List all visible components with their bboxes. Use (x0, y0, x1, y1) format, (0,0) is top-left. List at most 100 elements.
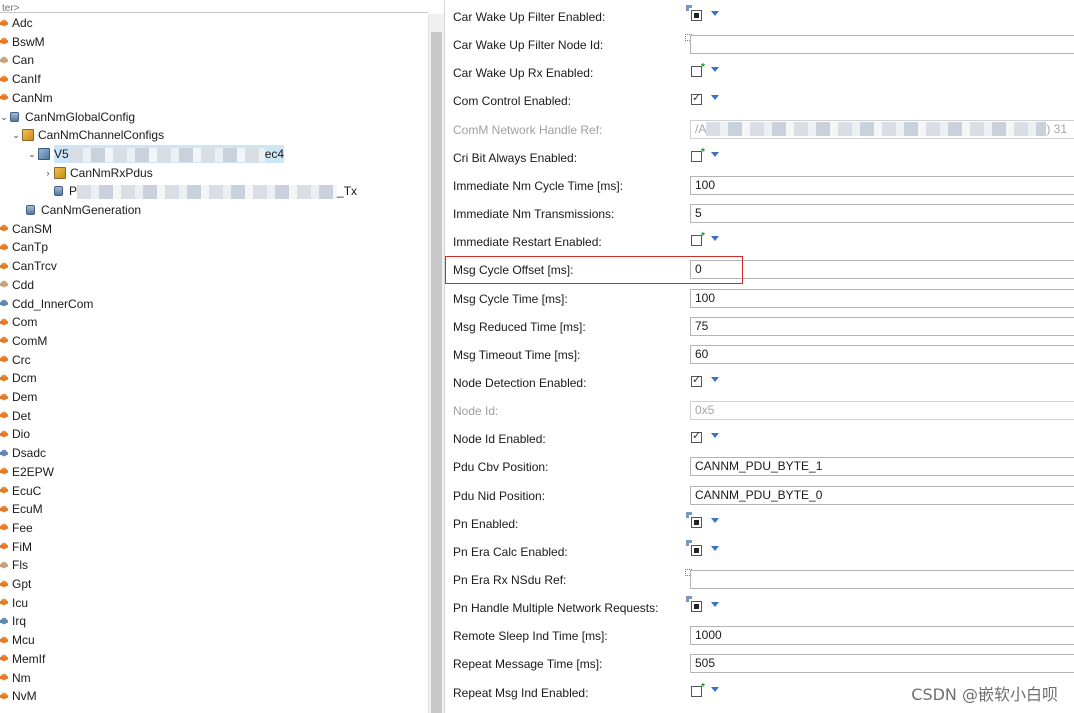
property-row: ComM Network Handle Ref:/A) 31 (445, 116, 1074, 144)
tree-scrollbar-thumb[interactable] (431, 32, 442, 713)
tree-item[interactable]: MemIf (0, 650, 45, 668)
tree-item[interactable]: EcuM (0, 500, 43, 518)
property-value-field[interactable]: CANNM_PDU_BYTE_1 (690, 457, 1074, 476)
tree-item[interactable]: Dsadc (0, 444, 46, 462)
property-value: 1000 (695, 628, 722, 642)
tree-item[interactable]: Irq (0, 612, 26, 630)
tree-item-label: Can (12, 51, 34, 69)
dropdown-arrow-icon[interactable] (711, 236, 719, 241)
container-icon (22, 129, 34, 141)
tree-item[interactable]: Icu (0, 594, 28, 612)
tree-item[interactable]: CanIf (0, 70, 41, 88)
tree-item[interactable]: CanTp (0, 238, 48, 256)
unset-marker-icon: * (701, 62, 705, 73)
tree-item[interactable]: ⌄ V5ec4 (26, 145, 284, 163)
property-label: Repeat Msg Ind Enabled: (453, 686, 588, 700)
tree-item[interactable]: BswM (0, 33, 45, 51)
property-value-field[interactable]: 100 (690, 176, 1074, 195)
property-value-field[interactable]: 75 (690, 317, 1074, 336)
property-value-field[interactable]: 5 (690, 204, 1074, 223)
property-row: Node Id:0x5 (445, 397, 1074, 425)
module-icon (0, 559, 9, 572)
dropdown-arrow-icon[interactable] (711, 602, 719, 607)
property-value-field[interactable]: 0 (690, 260, 1074, 279)
tree-item[interactable]: P_Tx (54, 182, 357, 200)
tree-item[interactable]: Det (0, 407, 31, 425)
tree-item[interactable]: Cdd (0, 276, 34, 294)
tree-item[interactable]: FiM (0, 538, 32, 556)
property-value-field[interactable] (690, 35, 1074, 54)
tree-item[interactable]: CanTrcv (0, 257, 57, 275)
property-row: Repeat Message Time [ms]:505 (445, 650, 1074, 678)
property-value-field[interactable]: 60 (690, 345, 1074, 364)
tree-item[interactable]: Com (0, 313, 37, 331)
tree-item[interactable]: Nm (0, 669, 31, 687)
property-row: Pn Era Rx NSdu Ref: (445, 566, 1074, 594)
dropdown-arrow-icon[interactable] (711, 95, 719, 100)
tree-item[interactable]: Fls (0, 556, 28, 574)
tree-item[interactable]: NvM (0, 687, 37, 705)
tree-filter-input[interactable] (0, 3, 424, 14)
dropdown-arrow-icon[interactable] (711, 546, 719, 551)
tree-item[interactable]: CanNm (0, 89, 53, 107)
property-checkbox[interactable] (691, 94, 702, 105)
dropdown-arrow-icon[interactable] (711, 377, 719, 382)
property-value-field[interactable]: 100 (690, 289, 1074, 308)
tree-item[interactable]: Gpt (0, 575, 31, 593)
tree-item[interactable]: Dem (0, 388, 37, 406)
dropdown-arrow-icon[interactable] (711, 687, 719, 692)
property-value: 0x5 (695, 403, 714, 417)
tree-item-label: V5ec4 (54, 145, 284, 163)
property-label: Immediate Nm Cycle Time [ms]: (453, 179, 623, 193)
property-value-field[interactable]: 1000 (690, 626, 1074, 645)
tree-item[interactable]: ⌄CanNmGlobalConfig (0, 108, 135, 126)
tree-filter[interactable] (0, 0, 428, 13)
expand-chevron-icon[interactable]: ⌄ (0, 108, 10, 126)
dropdown-arrow-icon[interactable] (711, 433, 719, 438)
tree-item[interactable]: CanSM (0, 220, 52, 238)
property-value-field[interactable]: 505 (690, 654, 1074, 673)
property-value-field[interactable] (690, 570, 1074, 589)
dropdown-arrow-icon[interactable] (711, 67, 719, 72)
tree-item-label: Com (12, 313, 37, 331)
property-checkbox[interactable] (691, 376, 702, 387)
property-row: Node Detection Enabled: (445, 369, 1074, 397)
tree-item-label: CanIf (12, 70, 41, 88)
property-value-field[interactable]: CANNM_PDU_BYTE_0 (690, 486, 1074, 505)
tree-item[interactable]: Can (0, 51, 34, 69)
collapse-chevron-icon[interactable]: › (42, 164, 54, 182)
expand-chevron-icon[interactable]: ⌄ (10, 126, 22, 144)
dropdown-arrow-icon[interactable] (711, 518, 719, 523)
tree-item[interactable]: ⌄CanNmChannelConfigs (10, 126, 164, 144)
module-icon (0, 465, 9, 478)
tree-item[interactable]: Crc (0, 351, 31, 369)
tree-item[interactable]: EcuC (0, 482, 41, 500)
tree-item[interactable]: Dcm (0, 369, 37, 387)
property-checkbox[interactable] (691, 601, 702, 612)
tree-item[interactable]: ComM (0, 332, 47, 350)
module-icon (0, 391, 9, 404)
tree-scrollbar[interactable] (428, 14, 444, 713)
property-label: Car Wake Up Filter Enabled: (453, 10, 605, 24)
tree-item-label: FiM (12, 538, 32, 556)
dropdown-arrow-icon[interactable] (711, 152, 719, 157)
module-icon (0, 241, 9, 254)
property-checkbox[interactable] (691, 432, 702, 443)
tree-item[interactable]: Dio (0, 425, 30, 443)
dropdown-arrow-icon[interactable] (711, 11, 719, 16)
expand-chevron-icon[interactable]: ⌄ (26, 145, 38, 163)
tree-item-label: Gpt (12, 575, 31, 593)
tree-item[interactable]: CanNmGeneration (26, 201, 141, 219)
tree-item[interactable]: Adc (0, 14, 33, 32)
property-checkbox[interactable] (691, 545, 702, 556)
tree-item[interactable]: Mcu (0, 631, 35, 649)
property-checkbox[interactable] (691, 10, 702, 21)
tree-item[interactable]: ›CanNmRxPdus (42, 164, 153, 182)
property-checkbox[interactable] (691, 517, 702, 528)
tree-item-label: Fls (12, 556, 28, 574)
property-row: Msg Timeout Time [ms]:60 (445, 341, 1074, 369)
tree-item[interactable]: Fee (0, 519, 33, 537)
tree-item[interactable]: Cdd_InnerCom (0, 295, 93, 313)
property-value: 60 (695, 347, 708, 361)
tree-item[interactable]: E2EPW (0, 463, 54, 481)
